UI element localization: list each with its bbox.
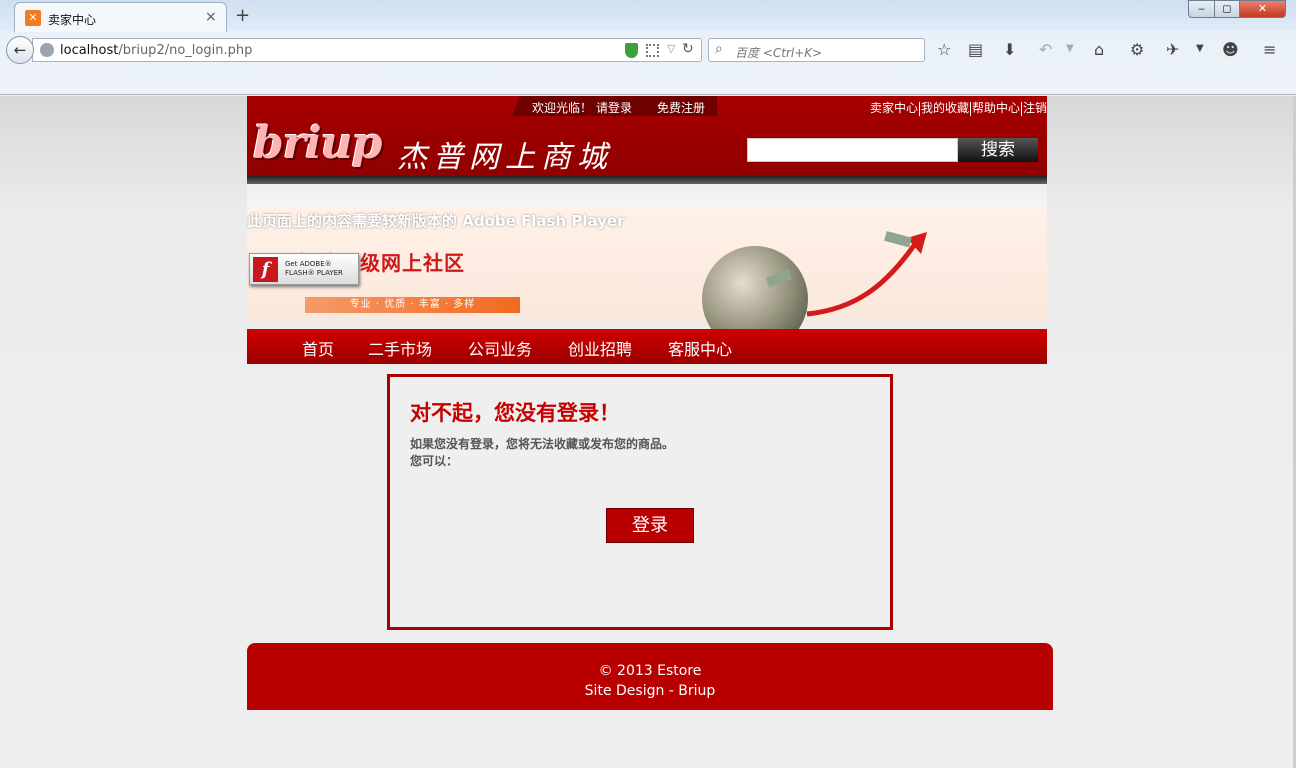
logout-link[interactable]: 注销 — [1023, 101, 1047, 115]
seller-center-link[interactable]: 卖家中心 — [870, 101, 918, 115]
top-links: 卖家中心 我的收藏 帮助中心 注销 — [870, 99, 1047, 116]
reload-icon[interactable]: ↻ — [682, 41, 694, 57]
divider — [1020, 101, 1022, 116]
favorites-link[interactable]: 我的收藏 — [921, 101, 969, 115]
site-identity-icon[interactable] — [40, 43, 54, 57]
banner-tagline: 专业 · 优质 · 丰富 · 多样 — [305, 297, 520, 313]
hamburger-menu-icon[interactable]: ≡ — [1263, 40, 1276, 59]
tab-close-icon[interactable]: × — [205, 9, 217, 25]
menu-item-second-hand[interactable]: 二手市场 — [368, 336, 432, 360]
downloads-icon[interactable]: ⬇ — [1003, 40, 1016, 59]
search-bar[interactable]: ⌕ 百度 <Ctrl+K> — [708, 38, 925, 62]
bookmark-star-icon[interactable]: ☆ — [937, 40, 951, 59]
window-maximize-button[interactable]: ◻ — [1214, 0, 1240, 18]
footer-copyright: © 2013 Estore — [598, 663, 702, 679]
menu-item-customer-service[interactable]: 客服中心 — [668, 336, 732, 360]
notice-message: 如果您没有登录，您将无法收藏或发布您的商品。 — [410, 437, 675, 451]
menu-item-recruitment[interactable]: 创业招聘 — [568, 336, 632, 360]
briup-logo[interactable]: briup — [253, 118, 382, 169]
undo-icon[interactable]: ↶ — [1039, 40, 1052, 59]
search-icon: ⌕ — [715, 41, 723, 57]
home-icon[interactable]: ⌂ — [1094, 40, 1104, 59]
top-bar: 欢迎光临！ 请登录 免费注册 卖家中心 我的收藏 帮助中心 注销 — [247, 96, 1047, 116]
back-button[interactable]: ← — [6, 36, 34, 64]
qr-code-icon[interactable] — [646, 44, 659, 57]
logo-chinese-name: 杰普网上商城 — [397, 140, 613, 175]
register-link[interactable]: 免费注册 — [657, 99, 705, 116]
help-center-link[interactable]: 帮助中心 — [972, 101, 1020, 115]
bookmarks-toolbar — [0, 68, 1296, 95]
addon-icon[interactable]: ✈ — [1166, 40, 1179, 59]
window-close-button[interactable]: ✕ — [1239, 0, 1286, 18]
flash-logo-icon: f — [253, 257, 278, 282]
window-minimize-button[interactable]: ‒ — [1188, 0, 1215, 18]
shield-icon[interactable] — [625, 43, 638, 58]
chat-icon[interactable]: ☻ — [1222, 40, 1239, 59]
header-divider — [247, 176, 1047, 184]
divider — [918, 101, 920, 116]
xampp-favicon-icon: ✕ — [25, 10, 41, 26]
new-tab-button[interactable]: + — [235, 5, 250, 26]
menu-item-business[interactable]: 公司业务 — [468, 336, 532, 360]
url-dropdown-icon[interactable]: ▽ — [667, 42, 675, 55]
navigation-toolbar: localhost/briup2/no_login.php ▽ ↻ ← ⌕ 百度… — [0, 32, 1296, 68]
tab-title: 卖家中心 — [48, 13, 97, 27]
browser-chrome: ✕ 卖家中心 × + ‒ ◻ ✕ localhost/briup2/no_log… — [0, 0, 1296, 95]
tab-strip: ✕ 卖家中心 × + ‒ ◻ ✕ — [0, 0, 1296, 32]
get-flash-player-button[interactable]: f Get ADOBE® FLASH® PLAYER — [249, 253, 359, 285]
undo-dropdown-icon[interactable]: ▼ — [1066, 43, 1074, 54]
welcome-text: 欢迎光临！ — [532, 101, 593, 115]
main-menu: 首页 二手市场 公司业务 创业招聘 客服中心 — [247, 329, 1047, 364]
site-footer: © 2013 Estore Site Design - Briup — [247, 643, 1053, 710]
site-header: 欢迎光临！ 请登录 免费注册 卖家中心 我的收藏 帮助中心 注销 briup 杰普网上… — [247, 96, 1047, 184]
notice-title: 对不起，您没有登录！ — [410, 401, 620, 425]
divider — [969, 101, 971, 116]
site-search-button[interactable]: 搜索 — [958, 138, 1038, 162]
notice-options-label: 您可以： — [410, 454, 459, 468]
menu-item-home[interactable]: 首页 — [302, 336, 334, 360]
not-logged-in-panel: 对不起，您没有登录！ 如果您没有登录，您将无法收藏或发布您的商品。 您可以： 登… — [387, 374, 893, 630]
settings-gear-icon[interactable]: ⚙ — [1130, 40, 1144, 59]
footer-credit: Site Design - Briup — [584, 683, 716, 699]
addon-dropdown-icon[interactable]: ▼ — [1196, 43, 1204, 54]
url-text[interactable]: localhost/briup2/no_login.php — [60, 43, 252, 58]
get-flash-label: Get ADOBE® FLASH® PLAYER — [285, 260, 343, 277]
growth-arrow-image — [765, 231, 927, 317]
web-page: 欢迎光临！ 请登录 免费注册 卖家中心 我的收藏 帮助中心 注销 briup 杰普网上… — [0, 96, 1296, 768]
login-link[interactable]: 请登录 — [596, 99, 632, 116]
url-bar[interactable]: localhost/briup2/no_login.php ▽ ↻ — [32, 38, 702, 62]
reading-list-icon[interactable]: ▤ — [968, 40, 983, 59]
flash-required-notice: 此页面上的内容需要较新版本的 Adobe Flash Player — [247, 212, 625, 230]
search-placeholder: 百度 <Ctrl+K> — [735, 46, 823, 60]
browser-tab[interactable]: ✕ 卖家中心 × — [14, 2, 227, 32]
login-button[interactable]: 登录 — [606, 508, 694, 543]
site-search-input[interactable] — [747, 138, 958, 162]
